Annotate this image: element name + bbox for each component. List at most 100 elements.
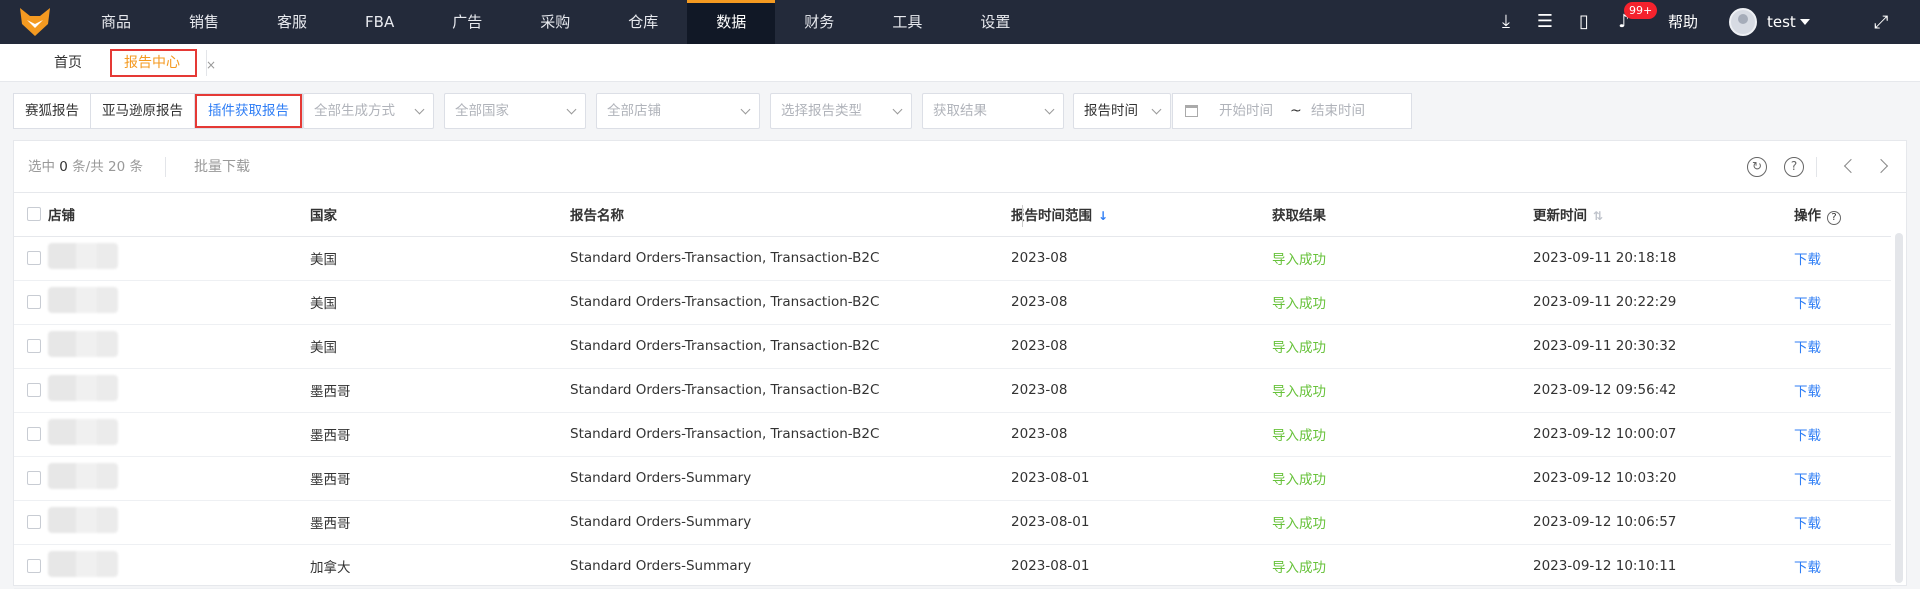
refresh-icon[interactable]: ↻ [1747, 157, 1767, 177]
download-link[interactable]: 下载 [1794, 560, 1821, 576]
download-link[interactable]: 下载 [1794, 516, 1821, 532]
col-updated[interactable]: 更新时间 ⇅ [1533, 193, 1794, 237]
result-cell: 导入成功 [1272, 412, 1533, 457]
table-row[interactable]: 美国 Standard Orders-Transaction, Transacti… [14, 324, 1891, 369]
row-select-cell [14, 324, 48, 369]
help-icon[interactable]: ? [1784, 157, 1804, 177]
table-row[interactable]: 美国 Standard Orders-Transaction, Transacti… [14, 280, 1891, 325]
select-placeholder: 全部店铺 [607, 103, 661, 119]
report-type-select[interactable]: 选择报告类型 [770, 93, 912, 129]
nav-item[interactable]: 仓库 [599, 0, 687, 44]
download-link[interactable]: 下载 [1794, 340, 1821, 356]
nav-item[interactable]: 采购 [511, 0, 599, 44]
report-source-segment: 赛狐报告 亚马逊原报告 插件获取报告 [13, 93, 303, 129]
report-range-cell: 2023-08 [1011, 236, 1272, 281]
question-icon[interactable]: ? [1827, 210, 1841, 225]
select-all-checkbox[interactable] [27, 207, 41, 222]
report-name-cell: Standard Orders-Transaction, Transaction… [570, 280, 1011, 325]
report-range-cell: 2023-08-01 [1011, 500, 1272, 545]
row-checkbox[interactable] [27, 471, 41, 485]
batch-download-button[interactable]: 批量下载 [194, 141, 250, 193]
fox-logo-icon[interactable] [18, 6, 52, 38]
table-row[interactable]: 墨西哥 Standard Orders-Summary 2023-08-01 导入成功… [14, 456, 1891, 501]
help-link[interactable]: 帮助 [1668, 0, 1698, 44]
table-row[interactable]: 墨西哥 Standard Orders-Transaction, Transact… [14, 412, 1891, 457]
row-checkbox[interactable] [27, 427, 41, 441]
segment-button[interactable]: 亚马逊原报告 [91, 94, 195, 128]
nav-item[interactable]: 商品 [72, 0, 160, 44]
report-name-cell: Standard Orders-Summary [570, 456, 1011, 501]
row-select-cell [14, 544, 48, 589]
row-checkbox[interactable] [27, 515, 41, 529]
tab-divider [206, 50, 207, 76]
vertical-scrollbar[interactable] [1895, 233, 1903, 583]
close-icon[interactable]: × [206, 58, 216, 72]
fullscreen-icon[interactable]: ⤢ [1874, 12, 1894, 33]
task-list-icon[interactable]: ☰ [1533, 10, 1557, 34]
report-name-cell: Standard Orders-Transaction, Transaction… [570, 368, 1011, 413]
result-select[interactable]: 获取结果 [922, 93, 1064, 129]
time-type-select[interactable]: 报告时间 [1073, 93, 1171, 129]
download-icon[interactable]: ⤓ [1494, 10, 1518, 34]
nav-item[interactable]: 设置 [951, 0, 1039, 44]
store-cell [48, 324, 310, 369]
tab-report-center[interactable]: 报告中心 × [110, 49, 216, 77]
segment-button[interactable]: 赛狐报告 [14, 94, 91, 128]
prev-page-icon[interactable] [1843, 158, 1859, 174]
col-report-range[interactable]: 报告时间范围 ↓ [1011, 193, 1272, 237]
column-resize-handle[interactable] [1022, 205, 1023, 227]
table-body: 美国 Standard Orders-Transaction, Transacti… [14, 236, 1891, 589]
updated-cell: 2023-09-11 20:30:32 [1533, 324, 1794, 369]
avatar[interactable] [1729, 8, 1757, 36]
action-cell: 下载 [1794, 412, 1891, 457]
nav-item[interactable]: 销售 [160, 0, 248, 44]
sort-desc-icon[interactable]: ↓ [1098, 209, 1108, 223]
report-range-cell: 2023-08-01 [1011, 544, 1272, 589]
table-row[interactable]: 加拿大 Standard Orders-Summary 2023-08-01 导入成功… [14, 544, 1891, 589]
table-row[interactable]: 墨西哥 Standard Orders-Summary 2023-08-01 导入成功… [14, 500, 1891, 545]
updated-cell: 2023-09-12 10:00:07 [1533, 412, 1794, 457]
row-checkbox[interactable] [27, 251, 41, 265]
start-date-input[interactable]: 开始时间 [1219, 94, 1273, 128]
chevron-down-icon [1044, 104, 1055, 115]
download-link[interactable]: 下载 [1794, 428, 1821, 444]
download-link[interactable]: 下载 [1794, 296, 1821, 312]
action-cell: 下载 [1794, 236, 1891, 281]
chevron-down-icon [892, 104, 903, 115]
nav-item[interactable]: 客服 [248, 0, 336, 44]
tab-home[interactable]: 首页 [54, 44, 82, 82]
store-name-redacted [48, 507, 118, 533]
row-checkbox[interactable] [27, 295, 41, 309]
caret-down-icon[interactable] [1800, 19, 1810, 25]
main-nav: 商品 销售 客服 FBA 广告 采购 仓库 数据 财务 工具 设置 [72, 0, 1039, 44]
store-name-redacted [48, 287, 118, 313]
updated-cell: 2023-09-12 10:10:11 [1533, 544, 1794, 589]
date-range-picker[interactable]: 开始时间 ~ 结束时间 [1172, 93, 1412, 129]
download-link[interactable]: 下载 [1794, 384, 1821, 400]
row-checkbox[interactable] [27, 559, 41, 573]
table-row[interactable]: 墨西哥 Standard Orders-Transaction, Transact… [14, 368, 1891, 413]
nav-item[interactable]: FBA [336, 0, 423, 44]
store-select[interactable]: 全部店铺 [596, 93, 760, 129]
table-toolbar: 选中 0 条/共 20 条 批量下载 ↻ ? [14, 141, 1906, 193]
row-checkbox[interactable] [27, 339, 41, 353]
nav-item[interactable]: 财务 [775, 0, 863, 44]
download-link[interactable]: 下载 [1794, 472, 1821, 488]
row-checkbox[interactable] [27, 383, 41, 397]
end-date-input[interactable]: 结束时间 [1311, 94, 1365, 128]
user-name[interactable]: test [1767, 0, 1796, 44]
nav-item[interactable]: 工具 [863, 0, 951, 44]
country-select[interactable]: 全部国家 [444, 93, 586, 129]
download-link[interactable]: 下载 [1794, 252, 1821, 268]
nav-item[interactable]: 广告 [423, 0, 511, 44]
generation-method-select[interactable]: 全部生成方式 [303, 93, 434, 129]
segment-button[interactable]: 插件获取报告 [195, 94, 302, 128]
country-cell: 墨西哥 [310, 368, 570, 413]
mobile-icon[interactable]: ▯ [1572, 10, 1596, 34]
result-cell: 导入成功 [1272, 280, 1533, 325]
table-row[interactable]: 美国 Standard Orders-Transaction, Transacti… [14, 236, 1891, 281]
nav-item[interactable]: 数据 [687, 0, 776, 44]
store-cell [48, 544, 310, 589]
next-page-icon[interactable] [1873, 158, 1889, 174]
sort-icon[interactable]: ⇅ [1593, 209, 1603, 223]
